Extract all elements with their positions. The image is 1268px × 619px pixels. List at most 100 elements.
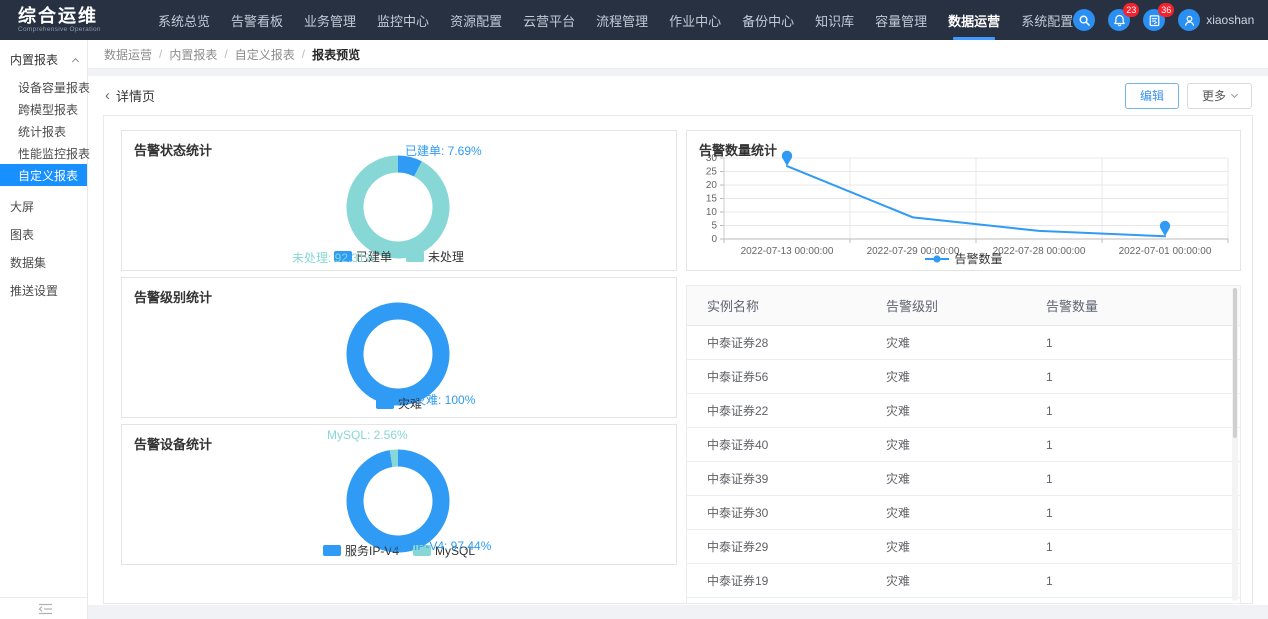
legend-line-marker [924, 254, 950, 264]
table-cell: 中泰证券30 [687, 496, 866, 530]
table-scrollbar[interactable] [1232, 288, 1238, 601]
legend-swatch [376, 398, 394, 409]
table-row[interactable]: 中泰证券56灾难1 [687, 360, 1240, 394]
table-cell: 1 [1026, 530, 1240, 564]
chart-title: 告警设备统计 [134, 434, 212, 453]
alarm-table: 实例名称告警级别告警数量 中泰证券28灾难1中泰证券56灾难1中泰证券22灾难1… [687, 286, 1240, 604]
page-content: ‹ 详情页 编辑 更多 告警状态统计 已建单: 7.69% 未处理: 92.31… [88, 76, 1268, 605]
report-preview-panel: 告警状态统计 已建单: 7.69% 未处理: 92.31% 已建单未处理 告警级… [103, 115, 1253, 604]
navbar-right: 23 36 xiaoshan [1073, 9, 1268, 31]
back-to-detail-link[interactable]: ‹ 详情页 [105, 86, 155, 105]
user-avatar-icon [1183, 14, 1196, 27]
breadcrumb-item[interactable]: 内置报表 [169, 46, 217, 63]
table-row[interactable]: 中泰证券28灾难1 [687, 326, 1240, 360]
sidebar-item[interactable]: 图表 [0, 220, 87, 248]
nav-item[interactable]: 流程管理 [596, 0, 648, 40]
table-row[interactable]: 中泰证券18灾难1 [687, 598, 1240, 605]
breadcrumb-item[interactable]: 数据运营 [104, 46, 152, 63]
svg-text:0: 0 [711, 234, 717, 245]
nav-item[interactable]: 云营平台 [523, 0, 575, 40]
nav-item[interactable]: 系统配置 [1021, 0, 1073, 40]
legend-item[interactable]: 服务IP-V4 [323, 542, 399, 559]
nav-item[interactable]: 备份中心 [742, 0, 794, 40]
table-cell: 1 [1026, 326, 1240, 360]
chart-legend: 告警数量 [687, 250, 1240, 267]
legend-swatch [323, 545, 341, 556]
donut-chart-alarm-status[interactable] [346, 155, 450, 259]
table-row[interactable]: 中泰证券29灾难1 [687, 530, 1240, 564]
line-chart-alarm-count[interactable]: 0510152025302022-07-13 00:00:002022-07-2… [694, 153, 1234, 257]
toolbar-buttons: 编辑 更多 [1125, 83, 1252, 109]
nav-item[interactable]: 数据运营 [948, 0, 1000, 40]
table-scrollbar-thumb[interactable] [1233, 288, 1237, 438]
table-cell: 1 [1026, 360, 1240, 394]
nav-item[interactable]: 知识库 [815, 0, 854, 40]
table-row[interactable]: 中泰证券40灾难1 [687, 428, 1240, 462]
legend-item[interactable]: 告警数量 [924, 250, 1002, 267]
chart-legend: 灾难 [122, 395, 676, 412]
table-cell: 灾难 [866, 462, 1026, 496]
table-cell: 中泰证券28 [687, 326, 866, 360]
toolbar: ‹ 详情页 编辑 更多 [88, 76, 1268, 115]
nav-item[interactable]: 资源配置 [450, 0, 502, 40]
table-cell: 1 [1026, 462, 1240, 496]
table-cell: 中泰证券56 [687, 360, 866, 394]
pie-label: MySQL: 2.56% [327, 428, 408, 442]
table-row[interactable]: 中泰证券19灾难1 [687, 564, 1240, 598]
chart-alarm-device: 告警设备统计 MySQL: 2.56% 服务IP-V4: 97.44% 服务IP… [121, 424, 677, 565]
svg-text:20: 20 [706, 180, 718, 191]
nav-item[interactable]: 系统总览 [158, 0, 210, 40]
sidebar-item[interactable]: 大屏 [0, 192, 87, 220]
app-title: 综合运维 [18, 7, 136, 25]
menu-fold-icon [38, 603, 53, 615]
sidebar-item[interactable]: 数据集 [0, 248, 87, 276]
sidebar: 内置报表 设备容量报表跨模型报表统计报表性能监控报表自定义报表 大屏图表数据集推… [0, 40, 88, 619]
nav-item[interactable]: 告警看板 [231, 0, 283, 40]
tasks-button[interactable]: 36 [1143, 9, 1165, 31]
breadcrumb-separator: / [224, 47, 227, 61]
sidebar-group-builtin-reports[interactable]: 内置报表 [0, 40, 87, 76]
nav-item[interactable]: 业务管理 [304, 0, 356, 40]
more-button[interactable]: 更多 [1187, 83, 1252, 109]
chart-title: 告警状态统计 [134, 140, 212, 159]
sidebar-subitem[interactable]: 性能监控报表 [0, 142, 87, 164]
table-row[interactable]: 中泰证券39灾难1 [687, 462, 1240, 496]
table-cell: 灾难 [866, 496, 1026, 530]
sidebar-subitem[interactable]: 设备容量报表 [0, 76, 87, 98]
table-cell: 1 [1026, 496, 1240, 530]
edit-button[interactable]: 编辑 [1125, 83, 1179, 109]
column-header: 实例名称 [687, 286, 866, 326]
sidebar-submenu: 设备容量报表跨模型报表统计报表性能监控报表自定义报表 [0, 76, 87, 186]
sidebar-subitem[interactable]: 统计报表 [0, 120, 87, 142]
nav-item[interactable]: 容量管理 [875, 0, 927, 40]
legend-item[interactable]: 未处理 [406, 248, 464, 265]
svg-text:5: 5 [711, 221, 717, 232]
table-row[interactable]: 中泰证券22灾难1 [687, 394, 1240, 428]
chart-title: 告警级别统计 [134, 287, 212, 306]
search-button[interactable] [1073, 9, 1095, 31]
table-cell: 灾难 [866, 598, 1026, 605]
nav-item[interactable]: 作业中心 [669, 0, 721, 40]
column-header: 告警级别 [866, 286, 1026, 326]
user-menu[interactable]: xiaoshan [1178, 9, 1254, 31]
pie-label: 已建单: 7.69% [405, 142, 482, 159]
sidebar-subitem[interactable]: 自定义报表 [0, 164, 87, 186]
pie-label: 灾难: 100% [414, 391, 475, 408]
nav-item[interactable]: 监控中心 [377, 0, 429, 40]
collapse-sidebar-button[interactable] [38, 603, 53, 615]
search-icon [1078, 14, 1091, 27]
legend-label: 未处理 [428, 248, 464, 265]
pie-label: 未处理: 92.31% [292, 249, 375, 266]
chart-title: 告警数量统计 [699, 140, 777, 159]
sidebar-item[interactable]: 推送设置 [0, 276, 87, 304]
sidebar-subitem[interactable]: 跨模型报表 [0, 98, 87, 120]
chart-alarm-level: 告警级别统计 灾难: 100% 灾难 [121, 277, 677, 418]
table-cell: 1 [1026, 428, 1240, 462]
table-row[interactable]: 中泰证券30灾难1 [687, 496, 1240, 530]
table-cell: 中泰证券22 [687, 394, 866, 428]
table-cell: 中泰证券39 [687, 462, 866, 496]
legend-label: 告警数量 [954, 250, 1002, 267]
notifications-button[interactable]: 23 [1108, 9, 1130, 31]
username: xiaoshan [1206, 13, 1254, 27]
breadcrumb-item[interactable]: 自定义报表 [235, 46, 295, 63]
